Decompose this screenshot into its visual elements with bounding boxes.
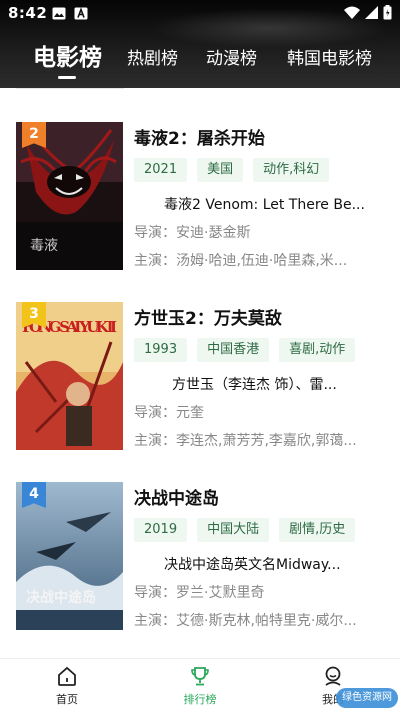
wifi-icon xyxy=(344,6,360,19)
tag-region: 美国 xyxy=(197,158,244,182)
nav-ranking[interactable]: 排行榜 xyxy=(170,665,230,707)
fong-sai-yuk-poster-image: FONG SAI YUK II xyxy=(16,302,123,450)
tab-movies[interactable]: 电影榜 xyxy=(33,38,102,72)
poster-title-text: 毒液 xyxy=(30,238,58,254)
trophy-icon xyxy=(191,667,209,686)
tag-region: 中国大陆 xyxy=(197,518,270,542)
movie-card[interactable]: 决战中途岛 4 决战中途岛 2019 中国大陆 剧情,历史 决战中途岛英文名Mi… xyxy=(16,482,386,632)
battery-icon xyxy=(383,5,392,20)
nav-home-label: 首页 xyxy=(56,693,78,706)
poster-title-text: 决战中途岛 xyxy=(26,589,96,606)
movie-poster[interactable]: FONG SAI YUK II 3 xyxy=(16,302,123,450)
movie-description: 方世玉（李连杰 饰）、雷... xyxy=(172,377,337,393)
movie-cast: 主演：艾德·斯克林,帕特里克·威尔... xyxy=(134,613,357,629)
movie-poster[interactable]: 决战中途岛 4 xyxy=(16,482,123,630)
font-a-icon xyxy=(74,7,88,20)
movie-title[interactable]: 方世玉2：万夫莫敌 xyxy=(134,304,282,329)
tag-year: 2019 xyxy=(134,518,188,542)
midway-poster-image: 决战中途岛 xyxy=(16,482,123,630)
movie-title[interactable]: 决战中途岛 xyxy=(134,484,219,509)
movie-director: 导演：罗兰·艾默里奇 xyxy=(134,585,265,601)
movie-tags: 2021 美国 动作,科幻 xyxy=(134,158,330,182)
site-watermark: 绿色资源网 xyxy=(336,688,398,708)
top-header: 8:42 电影榜 热剧榜 动漫榜 韩国电影榜 xyxy=(0,0,400,88)
movie-cast: 主演：李连杰,萧芳芳,李嘉欣,郭蔼... xyxy=(134,433,357,449)
ranking-list[interactable]: 毒液 2 毒液2：屠杀开始 2021 美国 动作,科幻 毒液2 Venom: L… xyxy=(0,88,400,658)
movie-title[interactable]: 毒液2：屠杀开始 xyxy=(134,124,265,149)
tab-korean-movies[interactable]: 韩国电影榜 xyxy=(287,44,372,69)
active-tab-indicator xyxy=(58,76,76,79)
movie-description: 毒液2 Venom: Let There Be... xyxy=(164,197,365,213)
tab-anime[interactable]: 动漫榜 xyxy=(206,44,257,69)
gallery-icon xyxy=(52,7,66,20)
movie-cast: 主演：汤姆·哈迪,伍迪·哈里森,米... xyxy=(134,253,348,269)
movie-poster[interactable]: 毒液 2 xyxy=(16,122,123,270)
movie-tags: 2019 中国大陆 剧情,历史 xyxy=(134,518,356,542)
nav-home[interactable]: 首页 xyxy=(37,665,97,707)
tag-region: 中国香港 xyxy=(197,338,270,362)
category-tabs: 电影榜 热剧榜 动漫榜 韩国电影榜 xyxy=(0,36,400,80)
tag-genre: 动作,科幻 xyxy=(253,158,330,182)
bottom-navigation: 首页 排行榜 我的 绿色资源网 xyxy=(0,658,400,711)
venom-poster-image: 毒液 xyxy=(16,122,123,270)
movie-card[interactable]: 毒液 2 毒液2：屠杀开始 2021 美国 动作,科幻 毒液2 Venom: L… xyxy=(16,122,386,272)
movie-card[interactable]: FONG SAI YUK II 3 方世玉2：万夫莫敌 1993 中国香港 喜剧… xyxy=(16,302,386,452)
profile-icon xyxy=(325,666,341,686)
nav-ranking-label: 排行榜 xyxy=(183,693,217,706)
movie-director: 导演：元奎 xyxy=(134,405,204,421)
movie-tags: 1993 中国香港 喜剧,动作 xyxy=(134,338,356,362)
tag-year: 2021 xyxy=(134,158,188,182)
status-bar: 8:42 xyxy=(0,0,400,28)
home-icon xyxy=(58,666,76,686)
signal-icon xyxy=(365,6,378,19)
status-time: 8:42 xyxy=(8,4,48,22)
movie-director: 导演：安迪·瑟金斯 xyxy=(134,225,251,241)
tab-tv-drama[interactable]: 热剧榜 xyxy=(127,44,178,69)
tag-genre: 喜剧,动作 xyxy=(279,338,356,362)
movie-description: 决战中途岛英文名Midway... xyxy=(164,557,341,573)
list-divider xyxy=(16,88,124,89)
tag-year: 1993 xyxy=(134,338,188,362)
tag-genre: 剧情,历史 xyxy=(279,518,356,542)
